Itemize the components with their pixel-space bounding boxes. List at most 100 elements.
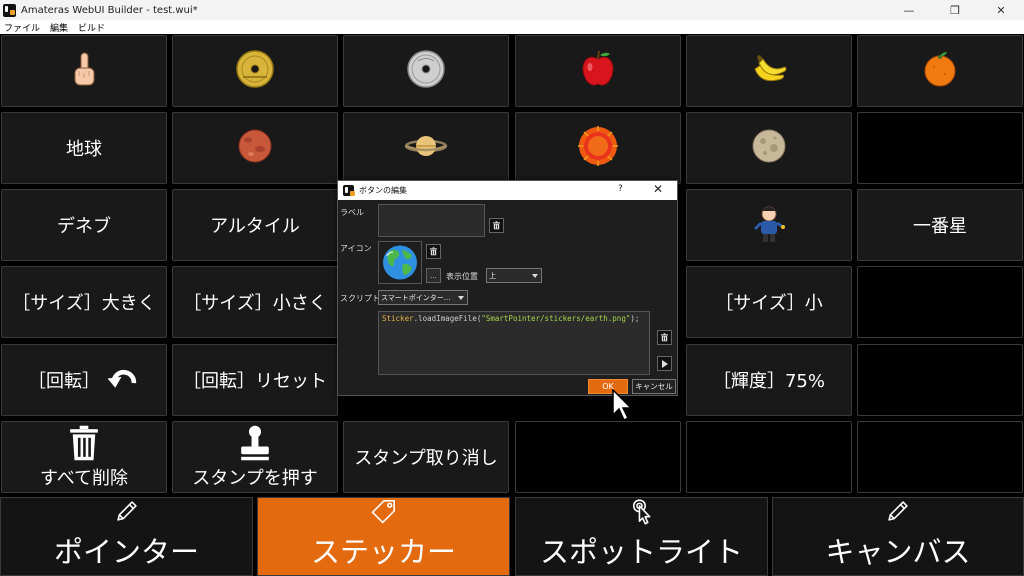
grid-button-r5-c5[interactable]: ［輝度］75% — [686, 344, 852, 416]
mars-icon — [233, 124, 277, 173]
pointing-finger-icon — [62, 47, 106, 96]
trash-icon — [429, 247, 438, 256]
trash-icon — [492, 221, 501, 230]
mode-tab-label: キャンバス — [825, 535, 971, 569]
app-window: Amateras WebUI Builder - test.wui* — ❐ ✕… — [0, 0, 1024, 576]
grid-button-r1-c1[interactable] — [1, 35, 167, 107]
orange-icon — [918, 47, 962, 96]
grid-button-r6-c6[interactable] — [857, 421, 1023, 493]
grid-button-r6-c2[interactable]: スタンプを押す — [172, 421, 338, 493]
grid-button-label: スタンプ取り消し — [354, 448, 498, 469]
label-delete-button[interactable] — [489, 218, 504, 233]
grid-button-r3-c5[interactable] — [686, 189, 852, 261]
script-type-select[interactable]: スマートポインター... — [378, 290, 468, 305]
grid-button-r6-c4[interactable] — [515, 421, 681, 493]
cancel-button[interactable]: キャンセル — [632, 379, 676, 394]
grid-button-r2-c5[interactable] — [686, 112, 852, 184]
grid-button-r1-c2[interactable] — [172, 35, 338, 107]
menu-build[interactable]: ビルド — [73, 21, 110, 34]
pencil-icon — [113, 497, 141, 525]
script-editor[interactable]: Sticker.loadImageFile("SmartPointer/stic… — [378, 311, 650, 375]
grid-button-r2-c1[interactable]: 地球 — [1, 112, 167, 184]
dialog-title-bar: ボタンの編集 ? ✕ — [338, 181, 677, 200]
boy-icon — [747, 201, 791, 250]
grid-button-r2-c6[interactable] — [857, 112, 1023, 184]
grid-button-r4-c2[interactable]: ［サイズ］小さく — [172, 266, 338, 338]
grid-button-r3-c1[interactable]: デネブ — [1, 189, 167, 261]
grid-button-r5-c6[interactable] — [857, 344, 1023, 416]
play-icon — [661, 359, 668, 368]
menu-bar: ファイル 編集 ビルド — [0, 20, 1024, 34]
restore-button[interactable]: ❐ — [932, 0, 978, 20]
grid-button-label: ［サイズ］小さく — [183, 293, 327, 314]
earth-icon — [383, 245, 417, 280]
trash-icon — [660, 333, 669, 342]
chevron-down-icon — [458, 296, 464, 300]
close-button[interactable]: ✕ — [978, 0, 1024, 20]
mode-tab-4[interactable]: キャンバス — [772, 497, 1024, 576]
grid-button-r1-c3[interactable] — [343, 35, 509, 107]
grid-button-r1-c4[interactable] — [515, 35, 681, 107]
mode-tab-bar: ポインター ステッカー スポットライト キャンバス — [0, 497, 1024, 576]
menu-file[interactable]: ファイル — [0, 21, 45, 34]
mode-tab-1[interactable]: ポインター — [0, 497, 253, 576]
code-class: Sticker — [382, 314, 414, 323]
grid-button-r2-c2[interactable] — [172, 112, 338, 184]
dialog-logo-icon — [343, 185, 355, 196]
grid-button-r1-c6[interactable] — [857, 35, 1023, 107]
window-controls: — ❐ ✕ — [886, 0, 1024, 20]
app-logo-icon — [3, 3, 16, 17]
grid-button-r6-c1[interactable]: すべて削除 — [1, 421, 167, 493]
grid-button-label: ［回転］リセット — [183, 371, 327, 392]
grid-button-label: ［サイズ］大きく — [12, 293, 156, 314]
grid-button-r3-c2[interactable]: アルタイル — [172, 189, 338, 261]
script-run-button[interactable] — [657, 356, 672, 371]
grid-button-r2-c4[interactable] — [515, 112, 681, 184]
grid-button-r4-c5[interactable]: ［サイズ］小 — [686, 266, 852, 338]
dialog-help-button[interactable]: ? — [618, 184, 623, 194]
script-type-value: スマートポインター... — [381, 293, 451, 302]
grid-button-r1-c5[interactable] — [686, 35, 852, 107]
grid-button-label: ［回転］ — [28, 371, 100, 392]
dialog-close-button[interactable]: ✕ — [653, 182, 663, 196]
rotate-left-icon — [106, 363, 140, 397]
sun-icon — [576, 124, 620, 173]
five-yen-coin-icon — [233, 47, 277, 96]
grid-button-r5-c1[interactable]: ［回転］ — [1, 344, 167, 416]
grid-button-r4-c1[interactable]: ［サイズ］大きく — [1, 266, 167, 338]
pencil-icon — [884, 497, 912, 525]
code-string: "SmartPointer/stickers/earth.png" — [481, 314, 631, 323]
window-title: Amateras WebUI Builder - test.wui* — [21, 4, 198, 16]
minimize-button[interactable]: — — [886, 0, 932, 20]
position-value: 上 — [489, 271, 496, 280]
icon-caption: アイコン — [340, 244, 372, 253]
grid-button-r3-c6[interactable]: 一番星 — [857, 189, 1023, 261]
icon-browse-button[interactable]: ... — [426, 268, 441, 283]
edit-button-dialog: ボタンの編集 ? ✕ ラベル アイコン ... 表示位置 上 スクリプト スマー… — [337, 180, 678, 396]
title-bar: Amateras WebUI Builder - test.wui* — ❐ ✕ — [0, 0, 1024, 20]
mode-tab-3[interactable]: スポットライト — [515, 497, 768, 576]
grid-button-r5-c2[interactable]: ［回転］リセット — [172, 344, 338, 416]
label-input[interactable] — [378, 204, 485, 237]
grid-button-label: ［サイズ］小 — [715, 293, 823, 314]
chevron-down-icon — [532, 274, 538, 278]
code-method: .loadImageFile( — [413, 314, 482, 323]
label-caption: ラベル — [340, 208, 364, 217]
mode-tab-2[interactable]: ステッカー — [257, 497, 510, 576]
dialog-title: ボタンの編集 — [359, 186, 407, 195]
mode-tab-label: スポットライト — [539, 535, 743, 569]
grid-button-r2-c3[interactable] — [343, 112, 509, 184]
menu-edit[interactable]: 編集 — [45, 21, 73, 34]
icon-delete-button[interactable] — [426, 244, 441, 259]
grid-button-r6-c3[interactable]: スタンプ取り消し — [343, 421, 509, 493]
mode-tab-label: ポインター — [53, 535, 199, 569]
script-caption: スクリプト — [340, 294, 380, 303]
script-delete-button[interactable] — [657, 330, 672, 345]
tag-icon — [370, 497, 398, 525]
grid-button-r4-c6[interactable] — [857, 266, 1023, 338]
position-select[interactable]: 上 — [486, 268, 542, 283]
apple-icon — [576, 47, 620, 96]
icon-preview[interactable] — [378, 241, 422, 284]
position-caption: 表示位置 — [446, 272, 478, 281]
grid-button-r6-c5[interactable] — [686, 421, 852, 493]
